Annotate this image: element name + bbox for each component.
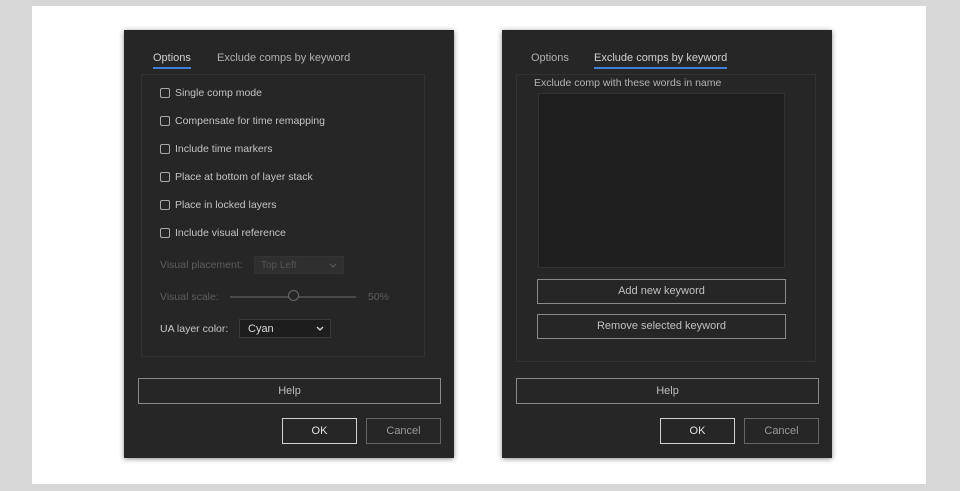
ua-layer-color-select[interactable]: Cyan	[239, 319, 331, 338]
visual-scale-slider-handle	[288, 290, 299, 301]
tab-options[interactable]: Options	[531, 52, 569, 67]
ok-button[interactable]: OK	[282, 418, 357, 444]
options-dialog: Options Exclude comps by keyword Single …	[124, 30, 454, 458]
help-button[interactable]: Help	[138, 378, 441, 404]
checkbox-include-time-markers[interactable]: Include time markers	[160, 142, 272, 156]
chevron-down-icon	[316, 320, 324, 344]
checkbox-box[interactable]	[160, 144, 170, 154]
ua-layer-color-label: UA layer color:	[160, 323, 229, 335]
checkbox-box[interactable]	[160, 116, 170, 126]
exclude-keywords-dialog: Options Exclude comps by keyword Exclude…	[502, 30, 832, 458]
checkbox-label: Compensate for time remapping	[175, 115, 325, 127]
checkbox-place-in-locked-layers[interactable]: Place in locked layers	[160, 198, 277, 212]
checkbox-label: Include time markers	[175, 143, 273, 155]
checkbox-include-visual-reference[interactable]: Include visual reference	[160, 226, 286, 240]
visual-scale-value: 50%	[368, 291, 390, 303]
add-keyword-button[interactable]: Add new keyword	[537, 279, 786, 304]
ua-layer-color-value: Cyan	[248, 323, 274, 335]
visual-placement-select: Top Left	[254, 256, 344, 274]
chevron-down-icon	[329, 257, 337, 282]
help-button[interactable]: Help	[516, 378, 819, 404]
checkbox-label: Place at bottom of layer stack	[175, 171, 313, 183]
cancel-button[interactable]: Cancel	[366, 418, 441, 444]
visual-placement-label: Visual placement:	[160, 259, 243, 271]
checkbox-place-at-bottom[interactable]: Place at bottom of layer stack	[160, 170, 313, 184]
checkbox-box[interactable]	[160, 172, 170, 182]
cancel-button[interactable]: Cancel	[744, 418, 819, 444]
checkbox-box[interactable]	[160, 88, 170, 98]
tab-options[interactable]: Options	[153, 52, 191, 69]
keyword-list[interactable]	[538, 93, 785, 268]
checkbox-label: Single comp mode	[175, 87, 262, 99]
checkbox-label: Include visual reference	[175, 227, 286, 239]
visual-placement-value: Top Left	[261, 260, 297, 271]
checkbox-compensate-time-remapping[interactable]: Compensate for time remapping	[160, 114, 325, 128]
exclude-group-label: Exclude comp with these words in name	[534, 77, 722, 89]
checkbox-box[interactable]	[160, 200, 170, 210]
checkbox-label: Place in locked layers	[175, 199, 277, 211]
remove-keyword-button[interactable]: Remove selected keyword	[537, 314, 786, 339]
ok-button[interactable]: OK	[660, 418, 735, 444]
tab-exclude-comps[interactable]: Exclude comps by keyword	[217, 52, 350, 67]
visual-scale-label: Visual scale:	[160, 291, 219, 303]
checkbox-box[interactable]	[160, 228, 170, 238]
tab-exclude-comps[interactable]: Exclude comps by keyword	[594, 52, 728, 69]
checkbox-single-comp-mode[interactable]: Single comp mode	[160, 86, 262, 100]
